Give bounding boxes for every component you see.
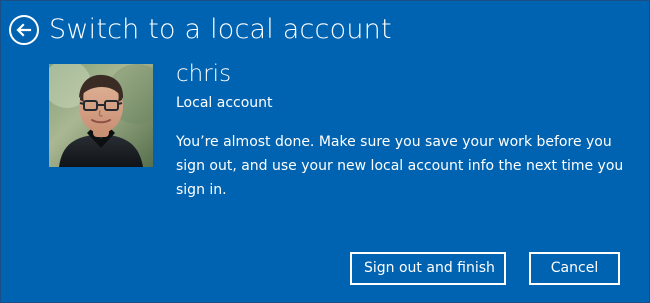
avatar [49,64,153,167]
back-button[interactable] [9,15,39,45]
cancel-button[interactable]: Cancel [529,252,620,285]
account-type: Local account [176,95,273,111]
username: chris [176,61,232,87]
account-details: chris Local account You’re almost done. … [176,60,626,202]
sign-out-and-finish-button[interactable]: Sign out and finish [350,252,506,285]
switch-local-account-dialog: Switch to a local account chris Local ac… [0,0,650,303]
instruction-text: You’re almost done. Make sure you save y… [176,134,624,198]
header: Switch to a local account [9,13,392,47]
dialog-actions: Sign out and finish Cancel [350,252,620,285]
back-arrow-icon [15,21,33,39]
page-title: Switch to a local account [49,14,392,45]
